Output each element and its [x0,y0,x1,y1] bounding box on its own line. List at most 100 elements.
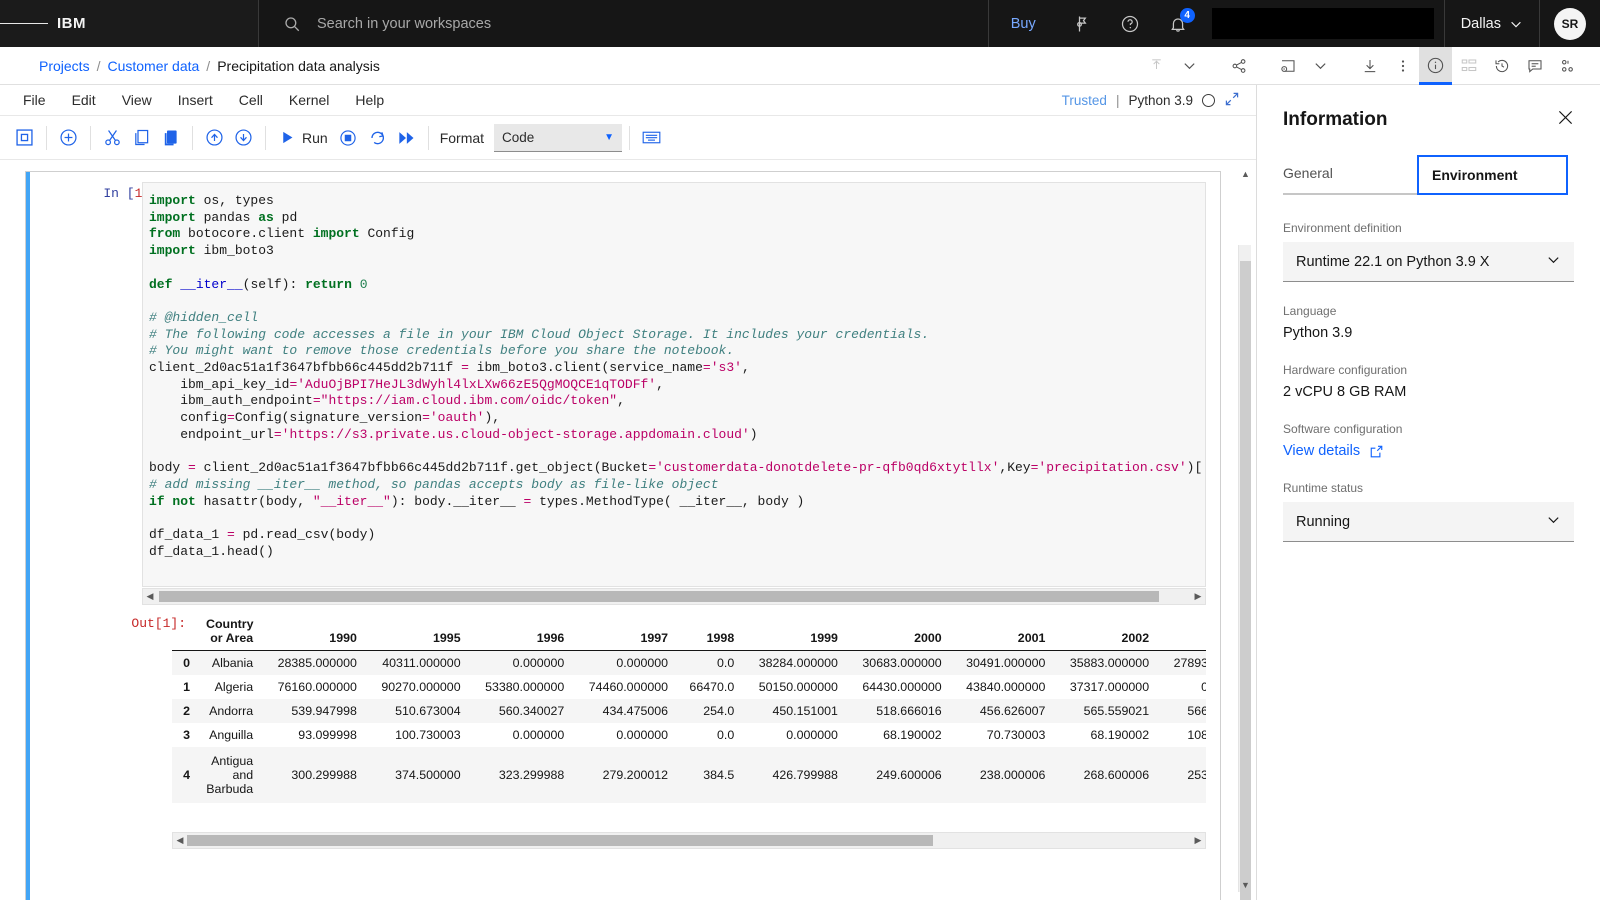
notebook-area: File Edit View Insert Cell Kernel Help T… [0,85,1257,900]
workspace: File Edit View Insert Cell Kernel Help T… [0,85,1600,900]
scroll-right-arrow[interactable]: ▶ [1191,835,1205,846]
code-editor[interactable]: import os, types import pandas as pd fro… [142,182,1206,587]
copy-icon[interactable] [127,123,156,152]
notebook-cell[interactable]: In [1]: import os, types import pandas a… [25,171,1221,900]
menu-insert[interactable]: Insert [165,88,226,112]
menu-edit[interactable]: Edit [59,88,109,112]
restart-run-all-icon[interactable] [392,123,421,152]
move-cell-down-icon[interactable] [229,123,258,152]
scroll-thumb[interactable] [187,835,933,846]
run-button[interactable]: Run [273,129,334,146]
scroll-thumb[interactable] [159,591,1159,602]
cell: 64430.000000 [862,680,942,694]
menu-help[interactable]: Help [342,88,397,112]
scroll-up-arrow[interactable]: ▲ [1239,169,1252,179]
external-link-icon [1370,445,1383,457]
column-header-2001: 2001 [949,612,1054,651]
scroll-track[interactable] [157,590,1191,603]
share-icon[interactable] [1222,47,1255,85]
menu-file[interactable]: File [10,88,59,112]
cell: 539.947998 [291,704,357,718]
breadcrumb-item-customer-data[interactable]: Customer data [107,58,199,74]
scroll-thumb[interactable] [1240,261,1251,900]
cell: 565.559021 [1083,704,1150,718]
keyboard-shortcuts-icon[interactable] [637,123,666,152]
global-search[interactable] [258,0,988,47]
restart-kernel-icon[interactable] [363,123,392,152]
output-horizontal-scrollbar[interactable]: ◀ ▶ [172,832,1206,849]
global-header: IBM Buy 4 Dallas SR [0,0,1600,47]
schema-icon[interactable] [1452,47,1485,85]
information-panel-icon[interactable] [1419,46,1452,85]
insert-cell-icon[interactable] [54,123,83,152]
notebook-scroll-area: In [1]: import os, types import pandas a… [0,161,1256,900]
code-content[interactable]: import os, types import pandas as pd fro… [143,183,1205,560]
cell: 53380.000000 [485,680,565,694]
chevron-down-icon [1511,21,1521,27]
trusted-badge[interactable]: Trusted [1062,93,1107,108]
code-horizontal-scrollbar[interactable]: ◀ ▶ [142,588,1206,605]
cell: 30683.000000 [862,656,942,670]
column-header-1999: 1999 [742,612,846,651]
scroll-right-arrow[interactable]: ▶ [1191,591,1205,602]
notifications-icon[interactable]: 4 [1154,0,1202,47]
user-menu[interactable]: SR [1539,0,1600,47]
software-label: Software configuration [1283,422,1403,436]
kernel-name: Python 3.9 [1128,92,1193,108]
scroll-down-arrow[interactable]: ▼ [1239,880,1252,890]
cell-selection-bar [26,172,30,900]
scroll-left-arrow[interactable]: ◀ [173,835,187,846]
notebook-vertical-scrollbar[interactable]: ▲ ▼ [1238,169,1252,900]
row-index: 1 [183,680,190,694]
cut-icon[interactable] [98,123,127,152]
tour-icon[interactable] [1058,0,1106,47]
breadcrumb-item-current: Precipitation data analysis [217,57,380,74]
hamburger-icon[interactable] [0,0,48,47]
cell: 0.000000 [1201,680,1206,694]
cell: 518.666016 [876,704,942,718]
download-icon[interactable] [1353,47,1386,85]
tab-general[interactable]: General [1283,155,1417,195]
expand-icon[interactable] [1224,91,1240,110]
menu-cell[interactable]: Cell [226,88,276,112]
tab-environment[interactable]: Environment [1417,155,1568,195]
cell: 90270.000000 [381,680,461,694]
save-icon[interactable] [10,123,39,152]
menu-view[interactable]: View [109,88,165,112]
region-selector[interactable]: Dallas [1443,0,1539,47]
overflow-menu-icon[interactable] [1386,47,1419,85]
breadcrumb-item-projects[interactable]: Projects [39,58,90,74]
cell: 510.673004 [395,704,461,718]
scroll-left-arrow[interactable]: ◀ [143,591,157,602]
panel-body: Environment definition Runtime 22.1 on P… [1257,195,1600,542]
column-header-index [172,612,198,651]
ibm-logo[interactable]: IBM [48,15,86,32]
cell: 68.190002 [1090,728,1150,742]
column-header-country: Country or Area [198,612,262,651]
comments-icon[interactable] [1518,47,1551,85]
cell-format-select[interactable]: Code ▼ [494,123,623,152]
paste-icon[interactable] [156,123,185,152]
buy-button[interactable]: Buy [989,0,1058,47]
move-cell-up-icon[interactable] [200,123,229,152]
menu-kernel[interactable]: Kernel [276,88,342,112]
status-divider: | [1115,92,1120,108]
search-input[interactable] [315,14,835,33]
chevron-down-icon-2[interactable] [1304,47,1337,85]
env-definition-select[interactable]: Runtime 22.1 on Python 3.9 X [1283,242,1574,282]
upload-icon[interactable] [1140,47,1173,85]
view-details-link[interactable]: View details [1283,443,1574,459]
help-icon[interactable] [1106,0,1154,47]
chevron-down-icon-1[interactable] [1173,47,1206,85]
cell: 0.000000 [786,728,838,742]
stop-icon[interactable] [334,123,363,152]
run-pipeline-icon[interactable] [1271,47,1304,85]
history-icon[interactable] [1485,47,1518,85]
close-icon[interactable] [1555,107,1576,133]
env-definition-value: Runtime 22.1 on Python 3.9 X [1296,253,1490,270]
cell: 108.769997 [1187,728,1206,742]
avatar: SR [1554,7,1586,40]
runtime-status-select[interactable]: Running [1283,502,1574,542]
cell: 374.500000 [395,768,461,782]
collaborators-icon[interactable] [1551,47,1584,85]
